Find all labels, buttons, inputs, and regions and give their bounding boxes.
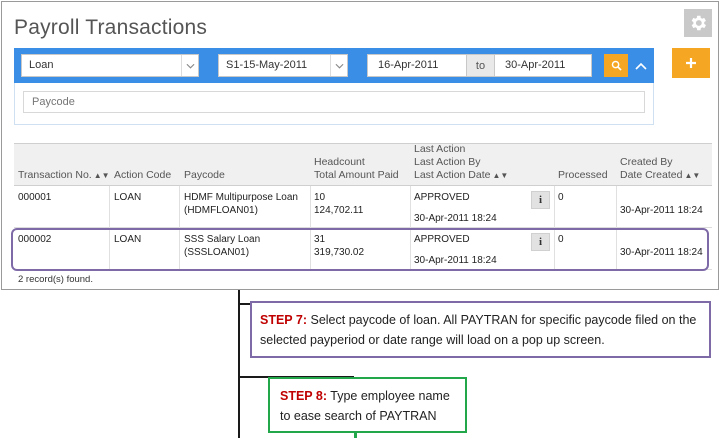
processed-count: 0 <box>558 192 564 203</box>
headcount-amount: 10 124,702.11 <box>314 191 363 217</box>
callout-connector <box>238 303 250 305</box>
callout-connector <box>238 290 240 438</box>
chevron-up-icon <box>635 62 647 70</box>
col-last-action-label: Last Action <box>414 143 466 155</box>
settings-button[interactable] <box>684 9 712 37</box>
col-transaction-no[interactable]: Transaction No. ▲▼ <box>18 169 110 182</box>
sort-icon: ▲▼ <box>684 171 701 180</box>
transaction-type-value: Loan <box>29 59 54 71</box>
col-created-by-label: Created By <box>620 156 673 168</box>
search-icon <box>611 60 622 71</box>
sort-icon: ▲▼ <box>93 171 110 180</box>
table-header: Transaction No. ▲▼ Action Code Paycode He… <box>14 143 712 186</box>
paycode-filter-panel <box>14 83 654 125</box>
date-created: 30-Apr-2011 18:24 <box>620 205 703 216</box>
col-created[interactable]: Created By Date Created ▲▼ <box>620 156 700 182</box>
col-date-created-label: Date Created ▲▼ <box>620 169 701 181</box>
date-to-input[interactable]: 30-Apr-2011 <box>494 54 592 77</box>
col-last-action-date-label: Last Action Date ▲▼ <box>414 169 509 181</box>
callout-pointer <box>354 432 357 438</box>
step7-label: STEP 7: <box>260 313 308 327</box>
paycode-code: (HDMFLOAN01) <box>184 205 258 216</box>
page-title: Payroll Transactions <box>14 16 208 39</box>
search-button[interactable] <box>604 54 628 77</box>
col-action-code: Action Code <box>114 169 172 181</box>
filter-bar: Loan S1-15-May-2011 16-Apr-2011 to 30-Ap… <box>14 48 654 83</box>
col-paycode: Paycode <box>184 169 225 181</box>
col-processed: Processed <box>558 169 608 181</box>
col-last-action[interactable]: Last Action Last Action By Last Action D… <box>414 143 508 182</box>
col-headcount-label: Headcount <box>314 156 365 168</box>
sort-icon: ▲▼ <box>492 171 509 180</box>
step8-label: STEP 8: <box>280 389 328 403</box>
record-count: 2 record(s) found. <box>18 274 93 285</box>
info-button[interactable]: i <box>531 191 550 209</box>
step7-text: Select paycode of loan. All PAYTRAN for … <box>260 313 697 347</box>
last-action: APPROVED <box>414 192 470 203</box>
transaction-no: 000001 <box>18 192 52 203</box>
add-transaction-button[interactable] <box>672 48 710 78</box>
date-to-value: 30-Apr-2011 <box>505 59 566 71</box>
date-from-value: 16-Apr-2011 <box>378 59 439 71</box>
paycode-input[interactable] <box>23 91 645 113</box>
gear-icon <box>691 15 706 31</box>
collapse-filters-button[interactable] <box>631 54 651 77</box>
payroll-period-select[interactable]: S1-15-May-2011 <box>218 54 348 77</box>
col-amount-label: Total Amount Paid <box>314 169 399 181</box>
table-row[interactable]: 000001 LOAN HDMF Multipurpose Loan (HDMF… <box>14 186 712 228</box>
col-headcount-amount: Headcount Total Amount Paid <box>314 156 399 182</box>
last-action-date: 30-Apr-2011 18:24 <box>414 213 497 224</box>
total-amount: 124,702.11 <box>314 205 364 216</box>
chevron-down-icon <box>330 55 347 76</box>
transaction-type-select[interactable]: Loan <box>21 54 199 77</box>
payroll-period-value: S1-15-May-2011 <box>226 59 308 71</box>
col-last-action-by-label: Last Action By <box>414 156 481 168</box>
plus-icon <box>686 58 696 68</box>
paycode-name: HDMF Multipurpose Loan <box>184 192 298 203</box>
date-range-to-label: to <box>467 54 494 77</box>
chevron-down-icon <box>181 55 198 76</box>
action-code: LOAN <box>114 192 142 203</box>
step8-callout: STEP 8: Type employee name to ease searc… <box>268 377 467 433</box>
payroll-transactions-window: Payroll Transactions Loan S1-15-May-2011… <box>1 1 719 290</box>
step7-callout: STEP 7: Select paycode of loan. All PAYT… <box>250 301 711 358</box>
highlight-box-step7 <box>11 228 709 271</box>
paycode-cell[interactable]: HDMF Multipurpose Loan (HDMFLOAN01) <box>184 191 298 217</box>
headcount: 10 <box>314 192 326 203</box>
date-from-input[interactable]: 16-Apr-2011 <box>367 54 467 77</box>
info-icon: i <box>538 194 543 206</box>
